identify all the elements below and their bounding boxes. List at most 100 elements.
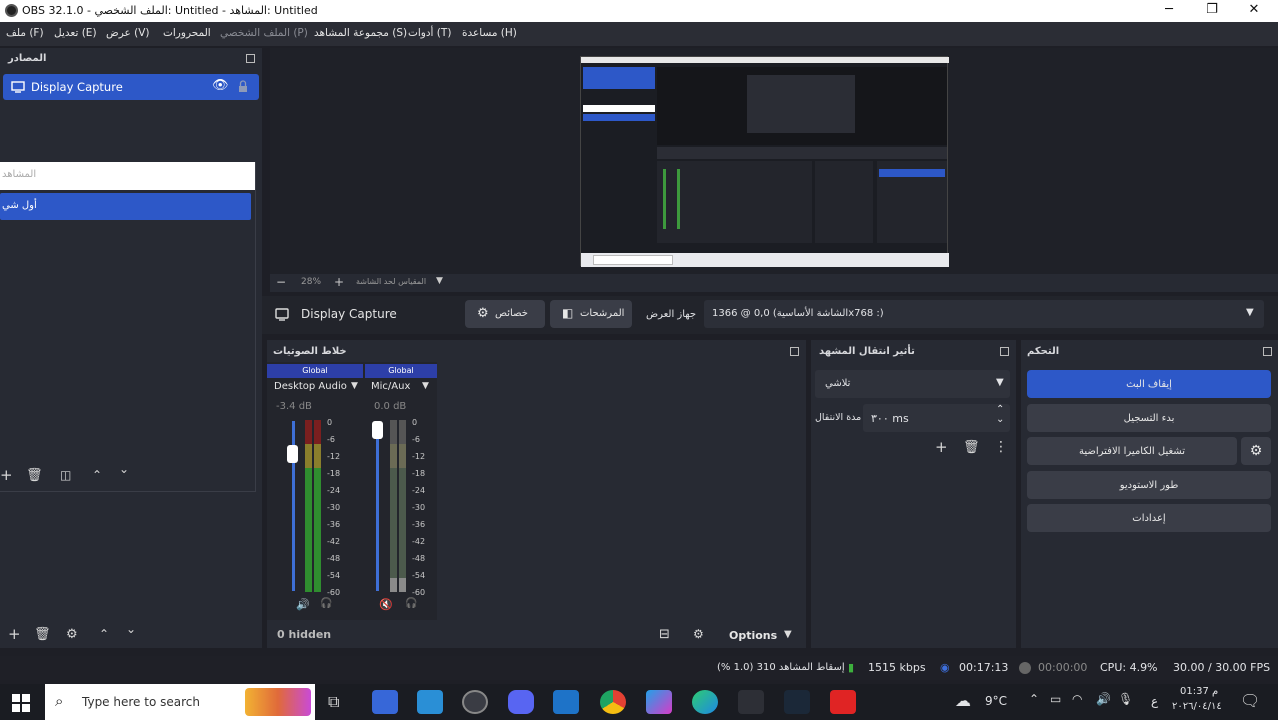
monitor-audio-icon[interactable]: 🎧 — [320, 598, 332, 609]
zoom-out-button[interactable]: − — [276, 275, 286, 289]
volume-slider-track[interactable] — [376, 421, 379, 591]
undock-icon[interactable] — [1263, 347, 1272, 356]
chevron-down-icon[interactable]: ⌄ — [996, 414, 1004, 425]
chevron-down-icon: ▼ — [1246, 307, 1254, 318]
youtube-icon[interactable] — [830, 690, 856, 714]
volume-slider-handle[interactable] — [372, 421, 383, 439]
close-button[interactable]: ✕ — [1239, 2, 1269, 17]
menu-scene-collection[interactable]: مجموعة المشاهد (S) — [314, 27, 407, 39]
layout-icon[interactable]: ⊟ — [659, 627, 670, 642]
clock-time[interactable]: 01:37 م — [1180, 686, 1218, 697]
speaker-icon[interactable]: 🔊 — [296, 598, 310, 611]
virtual-camera-settings-gear-icon[interactable]: ⚙ — [1241, 437, 1271, 465]
muted-speaker-icon[interactable]: 🔇 — [379, 598, 393, 611]
add-transition-icon[interactable]: + — [935, 440, 948, 455]
level-meter — [305, 420, 312, 592]
start-recording-button[interactable]: بدء التسجيل — [1027, 404, 1271, 432]
properties-button[interactable]: ⚙ خصائص — [465, 300, 545, 328]
record-icon — [1019, 662, 1031, 674]
menu-tools[interactable]: أدوات (T) — [408, 27, 451, 39]
chevron-down-icon[interactable]: ▼ — [784, 629, 792, 640]
volume-icon[interactable]: 🔊 — [1096, 692, 1111, 706]
preview-area[interactable] — [270, 48, 1278, 274]
channel-menu-icon[interactable]: ▼ — [351, 381, 358, 391]
weather-temp: 9°C — [985, 694, 1008, 708]
menu-edit[interactable]: تعديل (E) — [54, 27, 97, 39]
discord-icon[interactable] — [508, 690, 534, 714]
settings-button[interactable]: إعدادات — [1027, 504, 1271, 532]
source-settings-gear-icon[interactable]: ⚙ — [66, 627, 78, 642]
maximize-button[interactable]: ❐ — [1197, 2, 1227, 17]
monitor-audio-icon[interactable]: 🎧 — [405, 598, 417, 609]
selected-source-name: Display Capture — [301, 307, 397, 321]
menu-file[interactable]: ملف (F) — [6, 27, 44, 39]
menu-help[interactable]: مساعدة (H) — [462, 27, 517, 39]
lock-icon[interactable] — [238, 80, 248, 93]
chrome-icon[interactable] — [600, 690, 626, 714]
clock-date[interactable]: ٢٠٢٦/٠٤/١٤ — [1172, 701, 1222, 712]
obs-taskbar-icon[interactable] — [462, 690, 488, 714]
taskbar-search-input[interactable]: ⌕ Type here to search — [45, 684, 315, 720]
transition-select[interactable]: تلاشي ▼ — [815, 370, 1010, 398]
scene-filter-icon[interactable]: ◫ — [60, 468, 71, 483]
scene-search-input[interactable]: المشاهد — [0, 162, 255, 190]
zoom-fit-select[interactable]: المقياس لحد الشاشة — [356, 277, 426, 286]
source-item[interactable]: Display Capture 👁 — [3, 74, 259, 100]
studio-mode-button[interactable]: طور الاستوديو — [1027, 471, 1271, 499]
edge-icon[interactable] — [692, 690, 718, 714]
mixer-options-button[interactable]: Options — [729, 629, 777, 642]
stop-streaming-button[interactable]: إيقاف البث — [1027, 370, 1271, 398]
window-title: OBS 32.1.0 - الملف الشخصي: Untitled - ال… — [22, 4, 318, 17]
source-up-icon[interactable]: ⌃ — [99, 627, 109, 642]
store-icon[interactable] — [417, 690, 443, 714]
wifi-icon[interactable]: ◠ — [1072, 692, 1082, 706]
notifications-icon[interactable]: 🗨 — [1240, 691, 1260, 710]
mic-icon[interactable]: 🎙 — [1118, 692, 1133, 706]
input-language[interactable]: ع — [1151, 694, 1158, 708]
duration-spinbox[interactable]: ٣٠٠ ms ⌃ ⌄ — [863, 404, 1010, 432]
filters-button[interactable]: ◧ المرشحات — [550, 300, 632, 328]
outlook-icon[interactable] — [553, 690, 579, 714]
eye-icon[interactable]: 👁 — [212, 78, 229, 93]
scale-tick-label: -42 — [412, 537, 426, 546]
menu-profile[interactable]: الملف الشخصي (P) — [220, 27, 308, 39]
scale-tick-label: -60 — [327, 588, 341, 597]
menu-docks[interactable]: المحرورات — [163, 27, 211, 39]
move-down-icon[interactable]: ⌄ — [119, 462, 129, 477]
task-view-icon[interactable]: ⧉ — [328, 692, 339, 712]
display-select[interactable]: الشاشة الأساسية) 0,0 @ 1366x768 :) ▼ — [704, 300, 1264, 328]
gear-icon: ⚙ — [477, 306, 489, 321]
menu-view[interactable]: عرض (V) — [106, 27, 149, 39]
add-source-icon[interactable]: + — [8, 627, 21, 642]
monitor-icon — [11, 81, 25, 93]
calculator-icon[interactable] — [738, 690, 764, 714]
volume-slider-handle[interactable] — [287, 445, 298, 463]
taskbar-app-icon[interactable] — [372, 690, 398, 714]
copilot-icon[interactable] — [646, 690, 672, 714]
windows-start-icon[interactable] — [12, 694, 30, 712]
scene-item[interactable]: أول شي — [0, 193, 251, 220]
scale-tick-label: -48 — [327, 554, 341, 563]
chevron-down-icon[interactable]: ▼ — [436, 276, 443, 286]
source-down-icon[interactable]: ⌄ — [126, 622, 136, 637]
more-options-icon[interactable]: ⋮ — [994, 440, 1008, 455]
tray-chevron-up-icon[interactable]: ⌃ — [1029, 692, 1039, 706]
filters-label: المرشحات — [580, 308, 625, 319]
channel-menu-icon[interactable]: ▼ — [422, 381, 429, 391]
zoom-in-button[interactable]: + — [334, 275, 344, 289]
start-virtual-camera-button[interactable]: تشغيل الكاميرا الافتراضية — [1027, 437, 1237, 465]
remove-transition-icon[interactable]: 🗑 — [963, 440, 980, 455]
steam-icon[interactable] — [784, 690, 810, 714]
dropped-frames: إسقاط المشاهد 310 (1.0 %) — [717, 662, 845, 673]
undock-icon[interactable] — [1000, 347, 1009, 356]
add-scene-icon[interactable]: + — [0, 468, 13, 483]
remove-scene-icon[interactable]: 🗑 — [26, 468, 43, 483]
move-up-icon[interactable]: ⌃ — [92, 468, 102, 483]
advanced-audio-icon[interactable]: ⚙ — [693, 627, 704, 641]
undock-icon[interactable] — [246, 54, 255, 63]
undock-icon[interactable] — [790, 347, 799, 356]
remove-source-icon[interactable]: 🗑 — [34, 627, 51, 642]
tray-device-icon[interactable]: ▭ — [1050, 692, 1061, 706]
minimize-button[interactable]: ─ — [1154, 2, 1184, 17]
transition-select-value: تلاشي — [825, 378, 851, 389]
